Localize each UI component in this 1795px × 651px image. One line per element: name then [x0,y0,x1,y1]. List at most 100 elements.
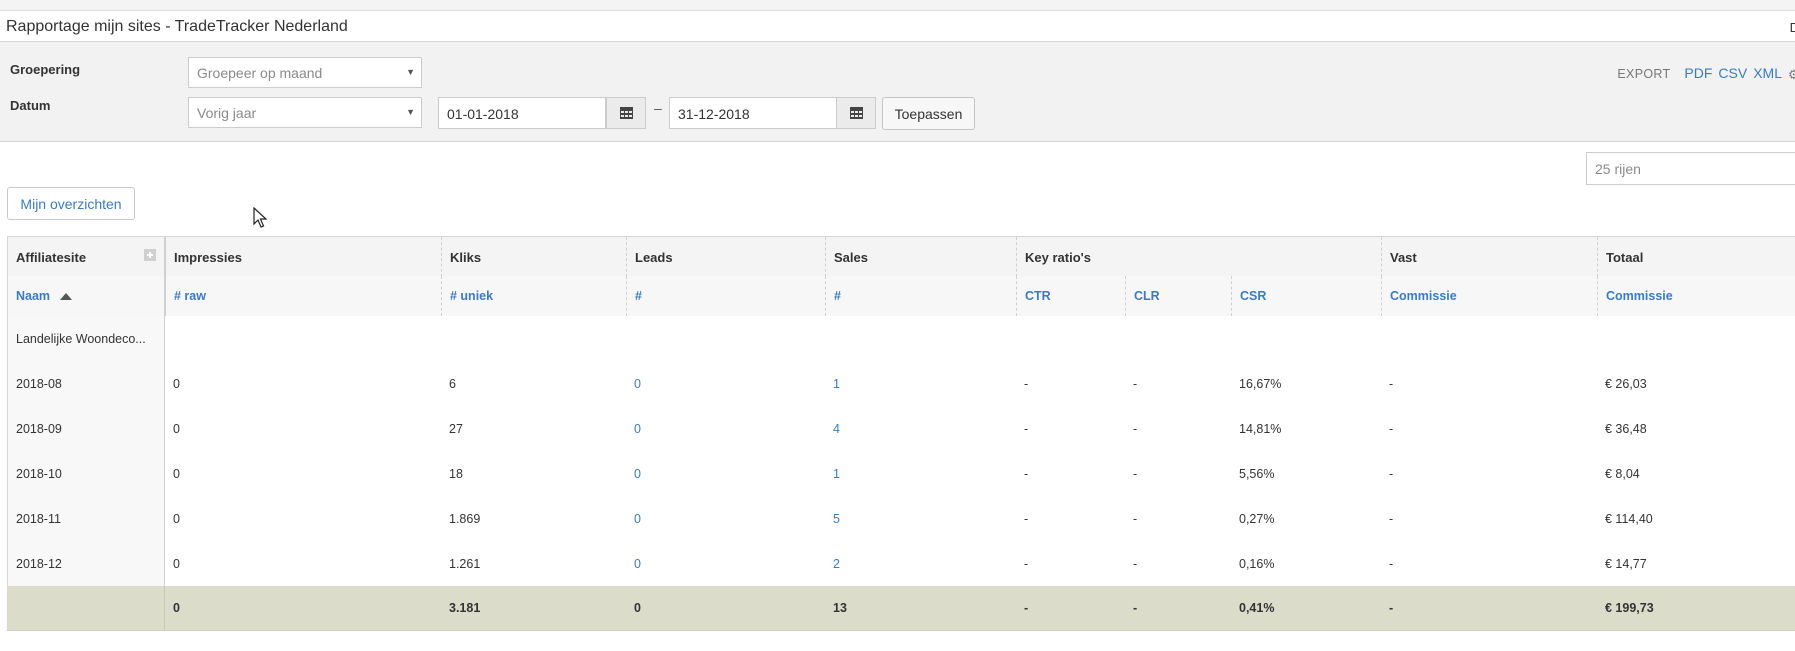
export-xml-link[interactable]: XML [1753,65,1782,81]
cell-ctr: - [1024,556,1029,571]
cell-clr: - [1133,376,1138,391]
cell-vast-commissie: - [1389,466,1394,481]
date-to-calendar-button[interactable] [836,97,876,129]
cell-leads[interactable]: 0 [626,406,825,451]
settings-icon[interactable]: ⚙ [1788,67,1795,83]
cell-impressies: 0 [173,421,180,436]
mouse-cursor-icon [253,207,267,228]
totals-row: 0 3.181 0 13 - - 0,41% - € 199,73 [7,586,1795,631]
sort-vast-commissie[interactable]: Commissie [1381,276,1597,316]
cell-impressies: 0 [173,556,180,571]
cell-csr: 0,16% [1239,556,1275,571]
cell-vast-commissie: - [1389,376,1394,391]
table-row: 2018-10 0 18 0 1- -5,56% - € 8,04 [7,451,1795,497]
date-to-input[interactable]: 31-12-2018 [669,97,837,129]
cell-commissie: € 114,40 [1605,511,1653,526]
table-row: 2018-09 0 27 0 4- -14,81% - € 36,48 [7,406,1795,452]
page-title: Rapportage mijn sites - TradeTracker Ned… [6,18,348,35]
cell-impressies: 0 [173,466,180,481]
expand-plus-icon[interactable] [144,249,156,261]
cell-commissie: € 26,03 [1605,376,1647,391]
header-label: Affiliatesite [16,249,87,265]
row-period: 2018-10 [7,451,165,496]
totals-vast-commissie: - [1389,601,1394,615]
cell-leads[interactable]: 0 [626,361,825,406]
export-group: EXPORT PDF CSV XML [1617,65,1782,81]
grouping-label: Groepering [10,62,81,77]
sort-leads-count[interactable]: # [626,276,825,316]
cell-clr: - [1133,511,1138,526]
totals-label [7,586,165,630]
cell-kliks: 6 [449,376,456,391]
totals-impressies: 0 [173,601,180,615]
sort-by-name[interactable]: Naam [7,276,165,316]
cell-clr: - [1133,421,1138,436]
date-from-calendar-button[interactable] [606,97,646,129]
header-key-ratios: Key ratio's [1016,237,1381,277]
sort-kliks-uniek[interactable]: # uniek [441,276,626,316]
cell-sales[interactable]: 4 [825,406,1016,451]
sort-clr[interactable]: CLR [1125,276,1231,316]
cell-leads[interactable]: 0 [626,496,825,541]
top-strip [0,0,1795,11]
cell-sales[interactable]: 2 [825,541,1016,586]
totals-ctr: - [1024,601,1029,615]
date-from-input[interactable]: 01-01-2018 [438,97,606,129]
header-totaal: Totaal [1597,237,1795,277]
table-group-header: Affiliatesite Impressies Kliks Leads Sal… [7,236,1795,278]
header-kliks: Kliks [441,237,626,277]
sort-impressies-raw[interactable]: # raw [165,276,441,316]
header-sales: Sales [825,237,1016,277]
date-to-value: 31-12-2018 [678,106,750,122]
table-sub-header: Naam # raw # uniek # # CTR CLR CSR Commi… [7,276,1795,317]
sort-totaal-commissie[interactable]: Commissie [1597,276,1795,316]
cell-commissie: € 8,04 [1605,466,1640,481]
cell-csr: 14,81% [1239,421,1282,436]
sort-name-label: Naam [16,289,51,303]
cell-ctr: - [1024,511,1029,526]
totals-clr: - [1133,601,1138,615]
my-overviews-button[interactable]: Mijn overzichten [7,187,135,220]
site-name: Landelijke Woondeco... [7,316,165,361]
site-group-row: Landelijke Woondeco... [7,316,1795,362]
row-period: 2018-12 [7,541,165,586]
export-csv-link[interactable]: CSV [1718,65,1747,81]
row-period: 2018-09 [7,406,165,451]
cell-sales[interactable]: 1 [825,361,1016,406]
cell-sales[interactable]: 1 [825,451,1016,496]
sort-ctr[interactable]: CTR [1016,276,1125,316]
date-preset-value: Vorig jaar [197,105,257,121]
cell-vast-commissie: - [1389,421,1394,436]
title-right-fragment: D [1789,20,1795,35]
title-bar: Rapportage mijn sites - TradeTracker Ned… [0,11,1795,42]
cell-ctr: - [1024,376,1029,391]
cell-vast-commissie: - [1389,556,1394,571]
export-pdf-link[interactable]: PDF [1684,65,1712,81]
header-affiliatesite: Affiliatesite [7,237,165,277]
export-label: EXPORT [1617,67,1671,81]
caret-down-icon: ▼ [406,107,415,117]
table-row: 2018-12 0 1.261 0 2- -0,16% - € 14,77 [7,541,1795,587]
cell-kliks: 27 [449,421,463,436]
cell-csr: 0,27% [1239,511,1275,526]
cell-csr: 5,56% [1239,466,1275,481]
date-preset-select[interactable]: Vorig jaar ▼ [188,97,422,128]
cell-impressies: 0 [173,511,180,526]
cell-leads[interactable]: 0 [626,541,825,586]
totals-leads: 0 [634,601,641,615]
sort-csr[interactable]: CSR [1231,276,1381,316]
date-from-value: 01-01-2018 [447,106,519,122]
rows-per-page-select[interactable]: 25 rijen [1586,152,1795,185]
calendar-icon [849,107,863,119]
date-label: Datum [10,98,51,113]
cell-kliks: 18 [449,466,463,481]
grouping-select[interactable]: Groepeer op maand ▼ [188,57,422,88]
apply-button[interactable]: Toepassen [882,97,975,130]
cell-sales[interactable]: 5 [825,496,1016,541]
table-row: 2018-11 0 1.869 0 5- -0,27% - € 114,40 [7,496,1795,542]
cell-vast-commissie: - [1389,511,1394,526]
header-leads: Leads [626,237,825,277]
cell-leads[interactable]: 0 [626,451,825,496]
sort-sales-count[interactable]: # [825,276,1016,316]
cell-ctr: - [1024,466,1029,481]
